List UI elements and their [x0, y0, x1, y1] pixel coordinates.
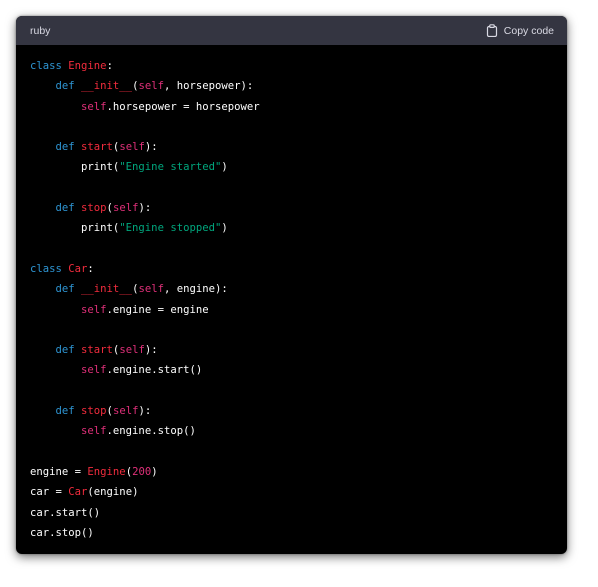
language-label: ruby — [30, 24, 51, 37]
code-token: self — [81, 303, 107, 316]
code-line: car.stop() — [30, 523, 557, 543]
code-line: class Car: — [30, 259, 557, 279]
code-token: def — [55, 405, 82, 418]
code-line: def __init__(self, horsepower): — [30, 76, 557, 96]
code-block: ruby Copy code class Engine: def __init_… — [16, 16, 567, 554]
code-token: self — [81, 364, 107, 377]
code-line: car = Car(engine) — [30, 482, 557, 502]
code-token: ) — [151, 465, 158, 478]
code-token: start — [81, 344, 113, 357]
code-token: , engine): — [163, 283, 228, 296]
code-token: Engine — [87, 465, 126, 478]
code-token: __init__ — [81, 283, 133, 296]
copy-code-label: Copy code — [503, 24, 554, 37]
code-token: .engine.start() — [106, 364, 203, 377]
code-token: self — [138, 283, 164, 296]
code-token: : — [106, 60, 113, 72]
code-token: ): — [138, 202, 152, 215]
code-token: def — [55, 283, 82, 296]
code-token: ): — [144, 141, 158, 154]
code-line: print("Engine started") — [30, 157, 557, 177]
code-line: print("Engine stopped") — [30, 218, 557, 238]
code-line: def start(self): — [30, 340, 557, 360]
code-token: self — [119, 344, 145, 357]
code-line: self.horsepower = horsepower — [30, 97, 557, 117]
code-token: .engine = engine — [106, 303, 209, 316]
code-token: : — [87, 262, 94, 275]
clipboard-icon — [486, 24, 498, 37]
code-content[interactable]: class Engine: def __init__(self, horsepo… — [30, 56, 557, 543]
code-token: self — [81, 425, 107, 438]
code-line: self.engine = engine — [30, 300, 557, 320]
code-line: def stop(self): — [30, 198, 557, 218]
code-token: (engine) — [87, 486, 139, 499]
code-token: def — [55, 202, 82, 215]
code-token: engine = — [30, 465, 88, 478]
code-token: def — [55, 344, 82, 357]
code-token: Car — [68, 262, 88, 275]
code-token: start — [81, 141, 113, 154]
code-token: def — [55, 141, 82, 154]
code-token: "Engine stopped" — [119, 222, 222, 235]
code-token: self — [119, 141, 145, 154]
code-line: def __init__(self, engine): — [30, 279, 557, 299]
code-token: ): — [144, 344, 158, 357]
code-token: print( — [30, 222, 120, 235]
code-token: self — [112, 202, 139, 215]
code-token: ) — [221, 161, 228, 174]
code-token: stop — [81, 202, 107, 215]
code-token: self — [81, 100, 107, 113]
code-token: __init__ — [81, 80, 133, 93]
code-token: self — [112, 405, 139, 418]
code-token: stop — [81, 405, 107, 418]
code-line: self.engine.stop() — [30, 421, 557, 441]
code-block-header: ruby Copy code — [16, 16, 567, 45]
code-line: car.start() — [30, 503, 557, 523]
code-token: "Engine started" — [119, 161, 222, 174]
code-token: car.start() — [30, 506, 101, 519]
code-token: 200 — [132, 465, 152, 478]
code-token: ) — [221, 222, 228, 235]
code-token: self — [138, 80, 164, 93]
code-token: Car — [68, 486, 88, 499]
code-token: print( — [30, 161, 120, 174]
code-token: .horsepower = horsepower — [106, 100, 260, 113]
code-token: , horsepower): — [163, 80, 254, 93]
code-token: car.stop() — [30, 526, 94, 539]
code-line: def stop(self): — [30, 401, 557, 421]
code-token: class — [30, 60, 69, 72]
copy-code-button[interactable]: Copy code — [486, 24, 554, 37]
code-token: Engine — [68, 60, 107, 72]
code-line: def start(self): — [30, 137, 557, 157]
code-line: engine = Engine(200) — [30, 462, 557, 482]
code-line: class Engine: — [30, 56, 557, 76]
code-token: def — [55, 80, 82, 93]
code-token: class — [30, 262, 69, 275]
code-token: .engine.stop() — [106, 425, 196, 438]
code-token: ): — [138, 405, 152, 418]
code-token: car = — [30, 486, 69, 499]
code-line: self.engine.start() — [30, 360, 557, 380]
